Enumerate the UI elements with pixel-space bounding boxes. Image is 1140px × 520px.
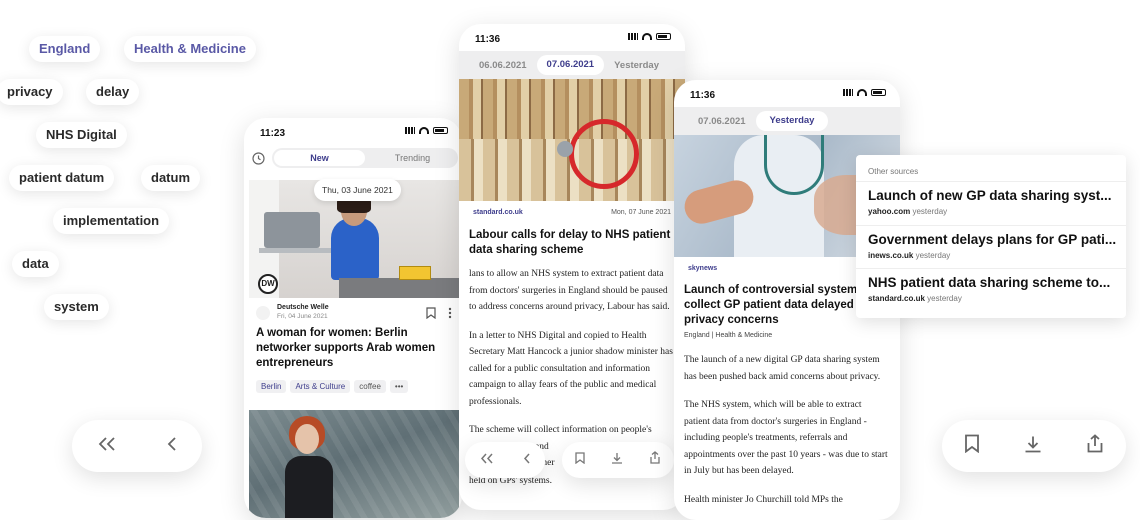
other-source-domain: yahoo.com [868,207,911,216]
download-icon[interactable] [1024,435,1042,458]
article-title: Labour calls for delay to NHS patient da… [469,229,671,256]
status-bar: 11:23 [244,118,462,146]
share-icon[interactable] [649,451,661,469]
tag-coffee[interactable]: coffee [354,380,386,393]
keyword-chip-privacy[interactable]: privacy [0,79,63,105]
other-source-domain: inews.co.uk [868,251,914,260]
back-navigation-pill [72,420,202,472]
other-source-domain: standard.co.uk [868,294,925,303]
status-bar: 11:36 [674,80,900,108]
date-tab-07-06[interactable]: 07.06.2021 [536,55,605,75]
date-selector: 07.06.2021 Yesterday [674,107,900,135]
wifi-icon [857,89,867,96]
more-vertical-icon[interactable] [448,306,452,324]
tab-new[interactable]: New [274,150,365,166]
keyword-chip-health-medicine[interactable]: Health & Medicine [124,36,256,62]
article-paragraph: The NHS system, which will be able to ex… [684,400,888,476]
status-time: 11:36 [475,34,501,45]
bookmark-icon[interactable] [575,451,585,469]
article-photo-stethoscope-files [459,79,685,201]
date-tab-yesterday[interactable]: Yesterday [604,60,669,71]
other-sources-panel: Other sources Launch of new GP data shar… [856,155,1126,318]
clock-icon[interactable] [252,152,265,170]
article-paragraph: lans to allow an NHS system to extract p… [469,269,670,312]
other-sources-heading: Other sources [868,167,919,176]
signal-icon [628,33,638,40]
tag-more[interactable]: ••• [389,380,409,393]
tag-berlin[interactable]: Berlin [256,380,287,393]
dw-logo-text: DW [261,279,275,288]
wifi-icon [419,127,429,134]
feed-segmented-control: New Trending [272,148,458,168]
other-source-time: yesterday [927,294,962,303]
signal-icon [405,127,415,134]
keyword-chip-patient-datum[interactable]: patient datum [9,165,115,191]
wifi-icon [642,33,652,40]
battery-icon [656,33,671,40]
article-title[interactable]: A woman for women: Berlin networker supp… [256,326,452,371]
signal-icon [843,89,853,96]
other-source-item[interactable]: Launch of new GP data sharing syst... ya… [856,181,1126,224]
article-paragraph: The launch of a new digital GP data shar… [684,355,881,382]
battery-icon [433,127,448,134]
dw-logo: DW [258,274,278,294]
keyword-chip-system[interactable]: system [44,294,109,320]
keyword-chip-nhs-digital[interactable]: NHS Digital [36,122,127,148]
download-icon[interactable] [611,451,623,469]
article-categories: England | Health & Medicine [684,332,773,339]
source-row: Deutsche Welle Fri, 04 June 2021 [256,304,454,324]
date-selector: 06.06.2021 07.06.2021 Yesterday [459,51,685,79]
keyword-chip-datum[interactable]: datum [141,165,200,191]
bookmark-icon[interactable] [964,434,980,458]
other-source-time: yesterday [912,207,948,216]
share-icon[interactable] [1086,434,1104,458]
battery-icon [871,89,886,96]
status-time: 11:23 [260,128,286,139]
other-source-item[interactable]: NHS patient data sharing scheme to... st… [856,268,1126,311]
other-source-title: Government delays plans for GP pati... [868,232,1117,247]
article-paragraph: In a letter to NHS Digital and copied to… [469,330,673,407]
status-time: 11:36 [690,90,716,101]
double-chevron-left-icon[interactable] [98,436,116,456]
bookmark-icon[interactable] [426,306,436,324]
article-action-pill-large [942,420,1126,472]
date-tab-yesterday[interactable]: Yesterday [755,111,829,131]
tag-list: Berlin Arts & Culture coffee ••• [256,376,456,394]
feed-tab-bar: New Trending [244,148,462,170]
status-bar: 11:36 [459,24,685,52]
article-body: The launch of a new digital GP data shar… [684,352,889,508]
phone-article-standard: 11:36 06.06.2021 07.06.2021 Yesterday st… [459,24,685,510]
keyword-chip-data[interactable]: data [12,251,59,277]
date-pill: Thu, 03 June 2021 [314,179,401,201]
phone-news-feed: 11:23 New Trending DW Thu, 03 June 2021 … [244,118,462,518]
tag-arts-culture[interactable]: Arts & Culture [290,380,351,393]
other-source-time: yesterday [915,251,951,260]
date-tab-07-06[interactable]: 07.06.2021 [688,116,756,127]
article-action-pill [562,442,674,478]
chevron-left-icon[interactable] [523,451,531,469]
keyword-chip-delay[interactable]: delay [86,79,140,105]
date-tab-06-06[interactable]: 06.06.2021 [469,60,537,71]
other-source-item[interactable]: Government delays plans for GP pati... i… [856,225,1126,268]
article-source[interactable]: skynews [688,265,717,272]
tab-trending[interactable]: Trending [367,148,458,168]
other-source-title: Launch of new GP data sharing syst... [868,188,1112,203]
article-date: Mon, 07 June 2021 [611,209,671,216]
article-paragraph: The scheme will collect information on p… [469,425,652,435]
source-avatar [256,306,270,320]
source-date: Fri, 04 June 2021 [277,313,328,320]
article-nav-pill [465,442,545,478]
keyword-chip-implementation[interactable]: implementation [53,208,170,234]
double-chevron-left-icon[interactable] [480,451,494,469]
source-name: Deutsche Welle [277,304,329,311]
article-photo-woman-city[interactable] [249,410,459,518]
article-source[interactable]: standard.co.uk [473,209,523,216]
keyword-chip-england[interactable]: England [29,36,101,62]
chevron-left-icon[interactable] [167,436,177,456]
other-source-title: NHS patient data sharing scheme to... [868,275,1111,290]
